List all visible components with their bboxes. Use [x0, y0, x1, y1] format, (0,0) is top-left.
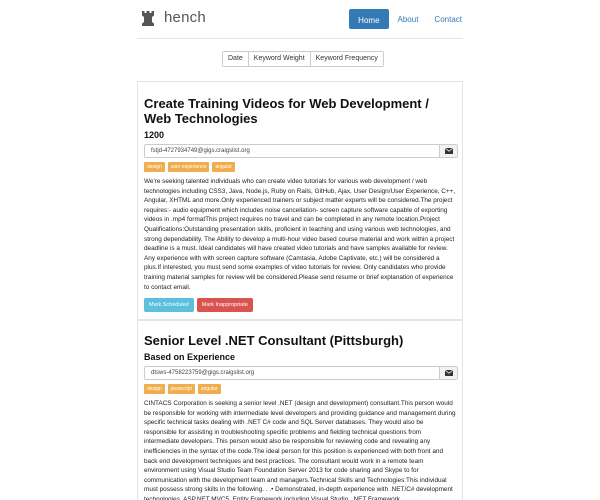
- listing-card: Senior Level .NET Consultant (Pittsburgh…: [137, 320, 463, 500]
- email-field[interactable]: dtsws-4758223759@gigs.craigslist.org: [145, 367, 439, 379]
- listing-title: Senior Level .NET Consultant (Pittsburgh…: [144, 333, 404, 348]
- listing-actions: Mark Scheduled Mark Inappropriate: [144, 298, 456, 313]
- chess-rook-icon: [142, 10, 154, 26]
- listing-title: Create Training Videos for Web Developme…: [144, 96, 429, 126]
- listing-card: Create Training Videos for Web Developme…: [137, 81, 463, 320]
- tag-badge: user experience: [167, 162, 210, 172]
- listing-description: CINTACS Corporation is seeking a senior …: [144, 400, 456, 500]
- brand[interactable]: hench: [141, 9, 206, 26]
- email-field[interactable]: fstjd-4727934749@gigs.craigslist.org: [145, 145, 439, 157]
- nav-contact[interactable]: Contact: [434, 15, 462, 24]
- email-input-group: dtsws-4758223759@gigs.craigslist.org: [144, 366, 458, 380]
- tag-list: design javascript angular: [144, 384, 456, 394]
- sort-keyword-weight-button[interactable]: Keyword Weight: [247, 52, 310, 66]
- nav-about[interactable]: About: [398, 15, 419, 24]
- tag-badge: angular: [197, 384, 221, 394]
- email-input-group: fstjd-4727934749@gigs.craigslist.org: [144, 144, 458, 158]
- tag-list: design user experience angular: [144, 162, 456, 172]
- mark-inappropriate-button[interactable]: Mark Inappropriate: [196, 298, 253, 313]
- main-nav: Home About Contact: [349, 9, 462, 29]
- sort-keyword-frequency-button[interactable]: Keyword Frequency: [309, 52, 383, 66]
- mark-scheduled-button[interactable]: Mark Scheduled: [144, 298, 194, 313]
- navbar-divider: [137, 38, 463, 39]
- send-email-button[interactable]: [439, 367, 457, 379]
- sort-date-button[interactable]: Date: [223, 52, 248, 66]
- send-email-button[interactable]: [439, 145, 457, 157]
- tag-badge: javascript: [167, 384, 195, 394]
- navbar: hench Home About Contact: [0, 0, 600, 38]
- envelope-icon: [444, 370, 453, 376]
- listing-description: We're seeking talented individuals who c…: [144, 178, 456, 291]
- tag-badge: design: [144, 162, 165, 172]
- listing-budget: Based on Experience: [144, 352, 236, 362]
- tag-badge: design: [144, 384, 165, 394]
- sort-button-group: Date Keyword Weight Keyword Frequency: [222, 51, 384, 67]
- listing-budget: 1200: [144, 130, 165, 140]
- nav-home[interactable]: Home: [349, 9, 389, 29]
- brand-name: hench: [164, 9, 206, 26]
- envelope-icon: [444, 148, 453, 154]
- tag-badge: angular: [212, 162, 235, 172]
